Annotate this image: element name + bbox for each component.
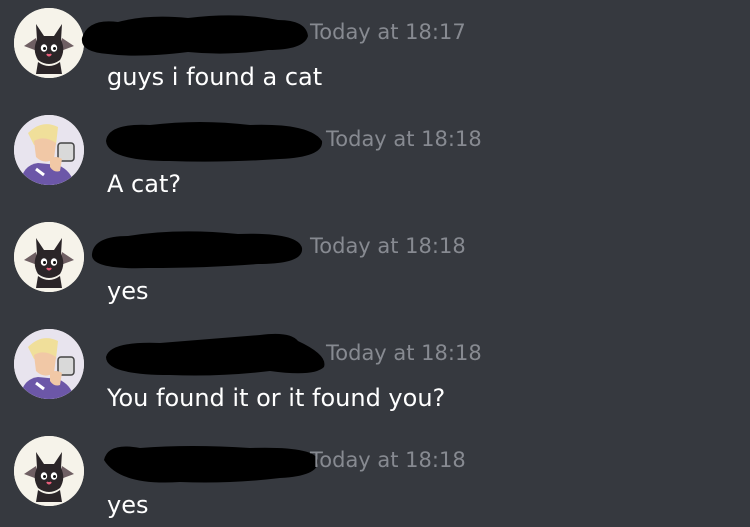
coffee-person-avatar[interactable] [14, 115, 84, 185]
bat-cat-icon [14, 222, 84, 292]
redacted-username [78, 10, 310, 58]
redacted-username [100, 331, 332, 379]
bat-cat-avatar[interactable] [14, 8, 84, 78]
timestamp[interactable]: Today at 18:18 [310, 448, 466, 472]
message-5: Today at 18:18 yes [0, 428, 750, 527]
bat-cat-icon [14, 436, 84, 506]
timestamp[interactable]: Today at 18:18 [326, 341, 482, 365]
message-4: Today at 18:18 You found it or it found … [0, 321, 750, 427]
timestamp[interactable]: Today at 18:18 [326, 127, 482, 151]
coffee-person-icon [14, 329, 84, 399]
redacted-username [88, 224, 306, 272]
message-text: yes [107, 491, 149, 519]
message-text: guys i found a cat [107, 63, 323, 91]
chat-log: Today at 18:17 guys i found a cat Today … [0, 0, 750, 527]
redacted-username [100, 438, 322, 486]
message-2: Today at 18:18 A cat? [0, 107, 750, 213]
message-text: You found it or it found you? [107, 384, 446, 412]
message-1: Today at 18:17 guys i found a cat [0, 0, 750, 106]
timestamp[interactable]: Today at 18:17 [310, 20, 466, 44]
bat-cat-avatar[interactable] [14, 222, 84, 292]
bat-cat-icon [14, 8, 84, 78]
redacted-username [100, 117, 326, 165]
bat-cat-avatar[interactable] [14, 436, 84, 506]
message-text: A cat? [107, 170, 182, 198]
message-text: yes [107, 277, 149, 305]
coffee-person-avatar[interactable] [14, 329, 84, 399]
coffee-person-icon [14, 115, 84, 185]
timestamp[interactable]: Today at 18:18 [310, 234, 466, 258]
message-3: Today at 18:18 yes [0, 214, 750, 320]
